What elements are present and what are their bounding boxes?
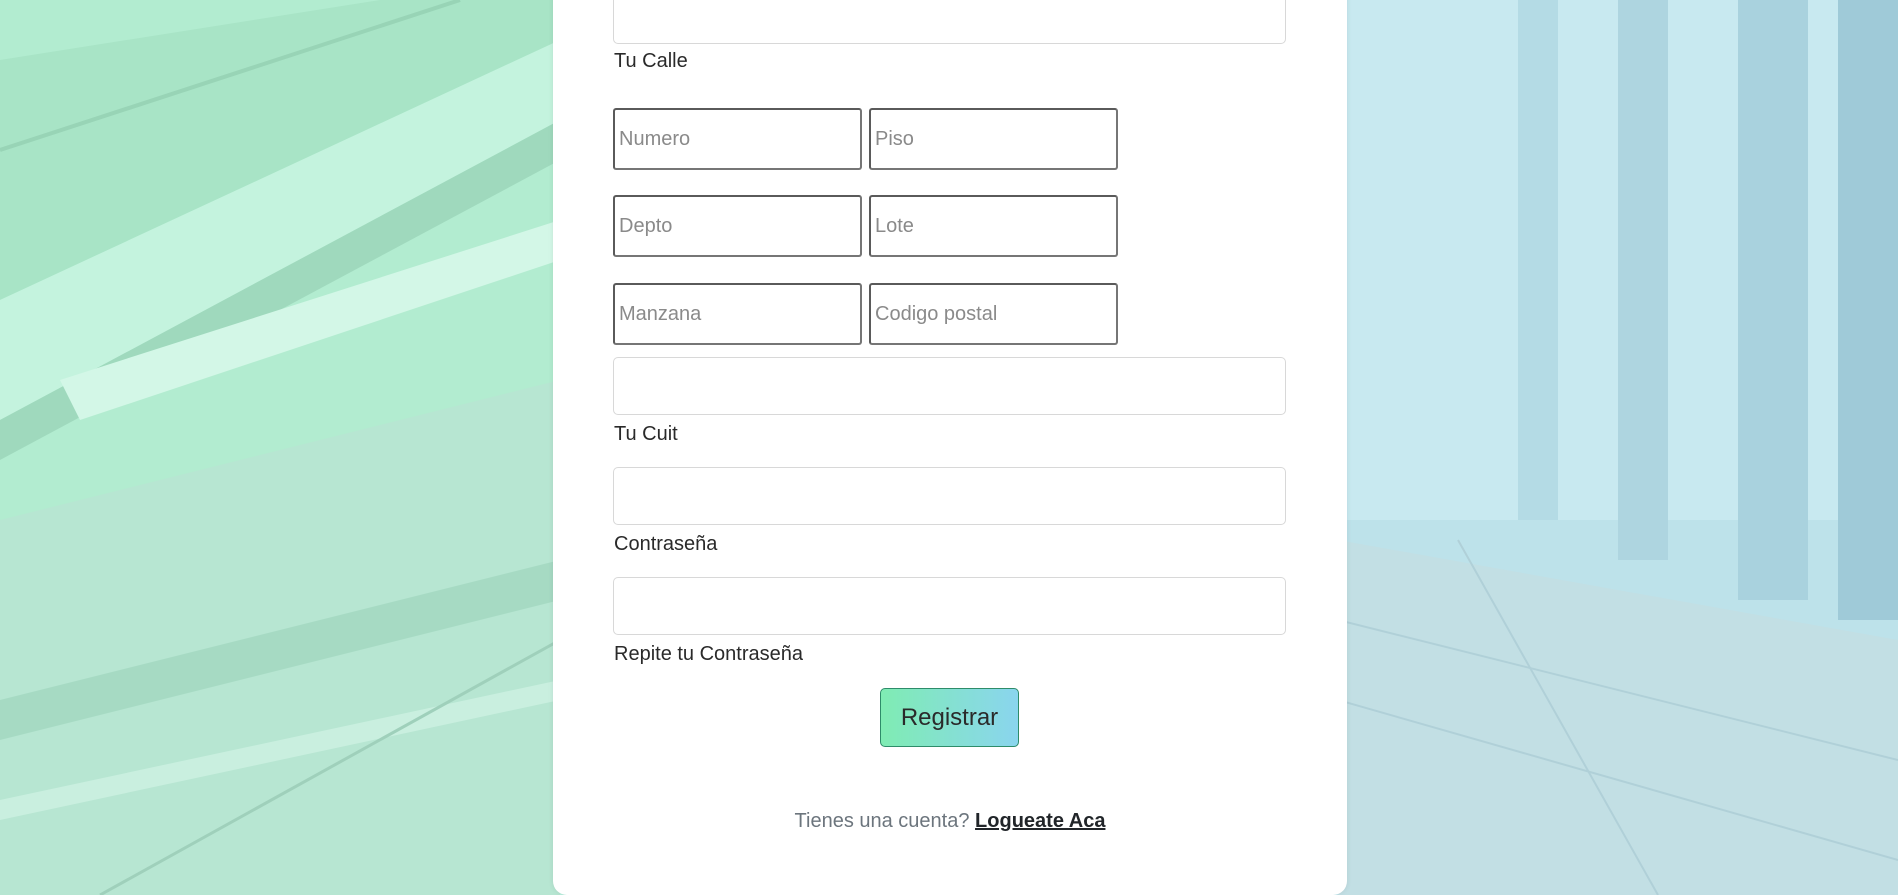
- street-input[interactable]: [613, 0, 1286, 44]
- numero-input[interactable]: [613, 108, 862, 170]
- password-label: Contraseña: [614, 533, 718, 555]
- street-label: Tu Calle: [614, 50, 688, 72]
- registration-page: Tu Calle Tu Cuit Contraseña Repite tu Co…: [0, 0, 1898, 895]
- codigo-postal-input[interactable]: [869, 283, 1118, 345]
- register-button[interactable]: Registrar: [880, 688, 1019, 747]
- register-button-label: Registrar: [900, 703, 999, 731]
- background-image-left: [0, 0, 560, 895]
- cuit-input[interactable]: [613, 357, 1286, 415]
- repeat-password-label: Repite tu Contraseña: [614, 643, 804, 665]
- depto-input[interactable]: [613, 195, 862, 257]
- manzana-input[interactable]: [613, 283, 862, 345]
- piso-input[interactable]: [869, 108, 1118, 170]
- repeat-password-input[interactable]: [613, 577, 1286, 635]
- lote-input[interactable]: [869, 195, 1118, 257]
- login-prompt: Tienes una cuenta? Logueate Aca: [553, 810, 1347, 833]
- login-link[interactable]: Logueate Aca: [975, 810, 1105, 832]
- background-image-right: [1338, 0, 1898, 895]
- password-input[interactable]: [613, 467, 1286, 525]
- cuit-label: Tu Cuit: [614, 423, 678, 445]
- login-prompt-text: Tienes una cuenta?: [794, 810, 970, 832]
